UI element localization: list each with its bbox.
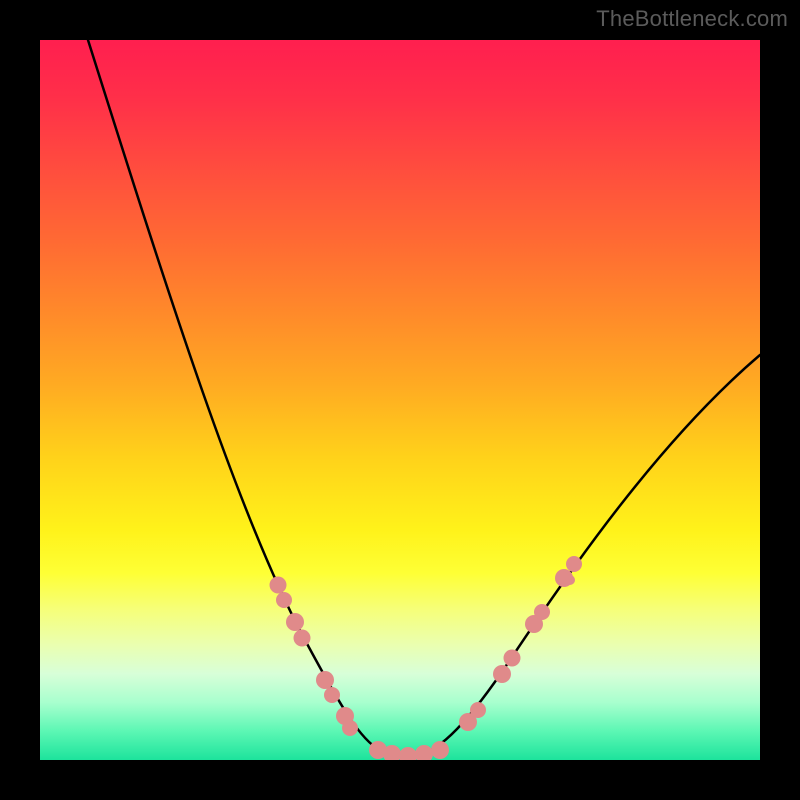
curve-marker bbox=[431, 741, 449, 759]
markers-group bbox=[270, 556, 583, 760]
curve-marker bbox=[504, 650, 521, 667]
curve-marker bbox=[342, 720, 358, 736]
curve-marker bbox=[276, 592, 292, 608]
curve-marker bbox=[566, 556, 582, 572]
curve-marker bbox=[415, 745, 433, 760]
curve-marker bbox=[270, 577, 287, 594]
curve-marker bbox=[324, 687, 340, 703]
curve-marker bbox=[399, 747, 417, 760]
chart-root: TheBottleneck.com bbox=[0, 0, 800, 800]
watermark-text: TheBottleneck.com bbox=[596, 6, 788, 32]
curve-marker bbox=[316, 671, 334, 689]
curve-marker bbox=[565, 575, 575, 585]
curve-marker bbox=[470, 702, 486, 718]
bottleneck-curve-path bbox=[88, 40, 760, 757]
plot-area bbox=[40, 40, 760, 760]
curve-layer bbox=[40, 40, 760, 760]
curve-marker bbox=[294, 630, 311, 647]
curve-marker bbox=[534, 604, 550, 620]
curve-marker bbox=[286, 613, 304, 631]
curve-marker bbox=[493, 665, 511, 683]
